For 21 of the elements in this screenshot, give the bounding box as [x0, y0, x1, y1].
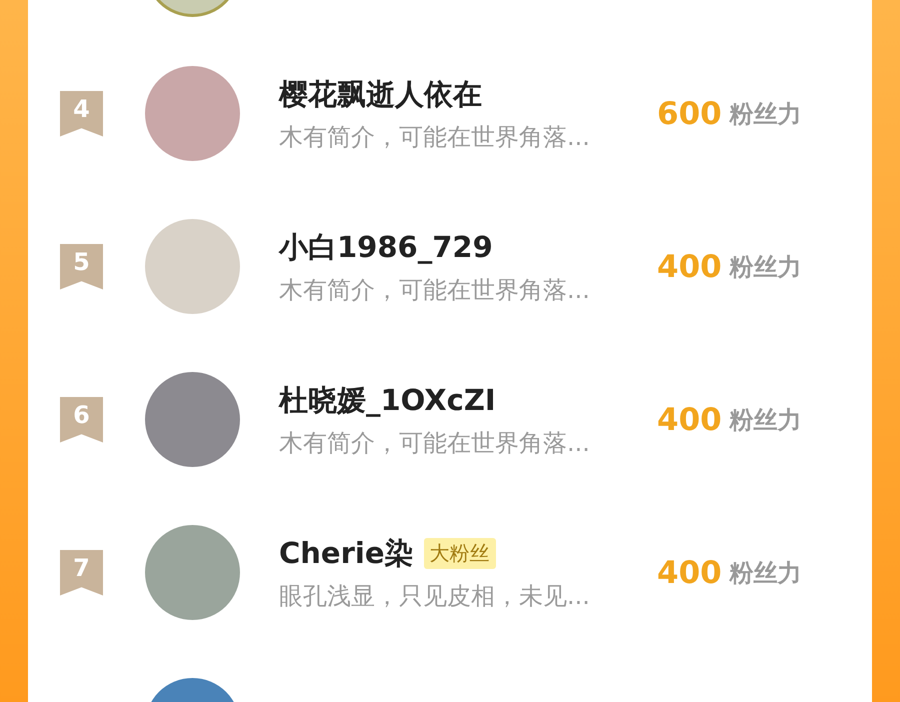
score-unit: 粉丝力	[730, 98, 802, 130]
fan-tag: 大粉丝	[424, 538, 496, 569]
fan-score: 600	[657, 96, 722, 132]
user-name[interactable]: 小白1986_729	[279, 228, 493, 268]
score-unit: 粉丝力	[730, 404, 802, 436]
user-name[interactable]: 杜晓媛_1OXcZI	[279, 380, 496, 420]
rank-badge: 6	[60, 396, 103, 442]
user-name[interactable]: Cherie染	[279, 534, 414, 574]
rank-badge: 5	[60, 244, 103, 290]
user-bio: 木有简介，可能在世界角落...	[279, 274, 591, 306]
user-bio: 木有简介，可能在世界角落...	[279, 122, 591, 152]
user-bio: 木有简介，可能在世界角落...	[279, 428, 591, 458]
rank-badge: 4	[60, 90, 103, 136]
fan-score: 400	[657, 248, 722, 284]
score-unit: 粉丝力	[730, 558, 802, 588]
fan-score: 400	[657, 402, 722, 438]
user-bio: 眼孔浅显，只见皮相，未见...	[279, 580, 591, 612]
score-unit: 粉丝力	[730, 252, 802, 282]
rank-badge: 7	[60, 550, 103, 596]
fan-score: 400	[657, 554, 722, 590]
user-name[interactable]: 樱花飘逝人依在	[279, 74, 482, 114]
